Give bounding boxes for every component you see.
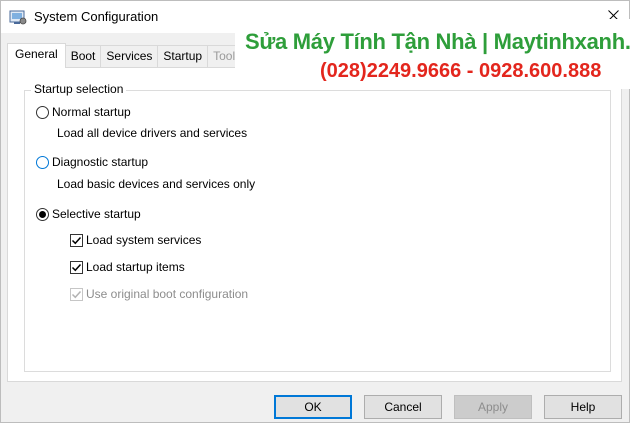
general-tab-panel: Startup selection Normal startup Load al… — [7, 67, 622, 382]
load-system-services-option[interactable]: Load system services — [70, 233, 201, 247]
selective-startup-label: Selective startup — [52, 207, 141, 221]
normal-startup-radio[interactable] — [36, 105, 49, 119]
normal-startup-description: Load all device drivers and services — [57, 126, 248, 140]
diagnostic-startup-label: Diagnostic startup — [52, 155, 149, 169]
banner-title: Sửa Máy Tính Tận Nhà | Maytinhxanh.vn — [245, 29, 630, 54]
load-startup-items-label: Load startup items — [86, 260, 185, 274]
use-original-boot-config-option: Use original boot configuration — [70, 287, 248, 301]
selective-startup-option[interactable]: Selective startup — [36, 207, 141, 221]
diagnostic-startup-option[interactable]: Diagnostic startup — [36, 155, 148, 169]
startup-selection-label: Startup selection — [31, 82, 127, 96]
selective-startup-radio[interactable] — [36, 207, 49, 221]
tab-boot[interactable]: Boot — [64, 45, 102, 67]
tab-strip: General Boot Services Startup Tools — [7, 43, 248, 68]
normal-startup-label: Normal startup — [52, 105, 131, 119]
window-title: System Configuration — [34, 9, 159, 24]
diagnostic-startup-radio[interactable] — [36, 155, 49, 169]
tab-startup[interactable]: Startup — [157, 45, 209, 67]
banner-phone: (028)2249.9666 - 0928.600.888 — [320, 60, 602, 82]
load-startup-items-checkbox[interactable] — [70, 260, 83, 274]
use-original-boot-config-label: Use original boot configuration — [86, 287, 249, 301]
system-configuration-window: System Configuration General Boot Servic… — [0, 0, 630, 423]
checkmark-icon — [71, 236, 82, 244]
load-startup-items-option[interactable]: Load startup items — [70, 260, 185, 274]
system-config-icon — [9, 8, 27, 26]
diagnostic-startup-description: Load basic devices and services only — [57, 177, 256, 191]
checkmark-icon — [71, 290, 82, 298]
help-button[interactable]: Help — [544, 395, 622, 419]
normal-startup-option[interactable]: Normal startup — [36, 105, 131, 119]
apply-button: Apply — [454, 395, 532, 419]
checkmark-icon — [71, 263, 82, 271]
tab-services[interactable]: Services — [100, 45, 159, 67]
cancel-button[interactable]: Cancel — [364, 395, 442, 419]
radio-selected-dot — [39, 210, 46, 218]
load-system-services-label: Load system services — [86, 233, 202, 247]
ok-button[interactable]: OK — [274, 395, 352, 419]
use-original-boot-config-checkbox — [70, 287, 83, 301]
tab-general[interactable]: General — [7, 43, 66, 68]
load-system-services-checkbox[interactable] — [70, 233, 83, 247]
watermark-banner: Sửa Máy Tính Tận Nhà | Maytinhxanh.vn (0… — [235, 19, 630, 89]
